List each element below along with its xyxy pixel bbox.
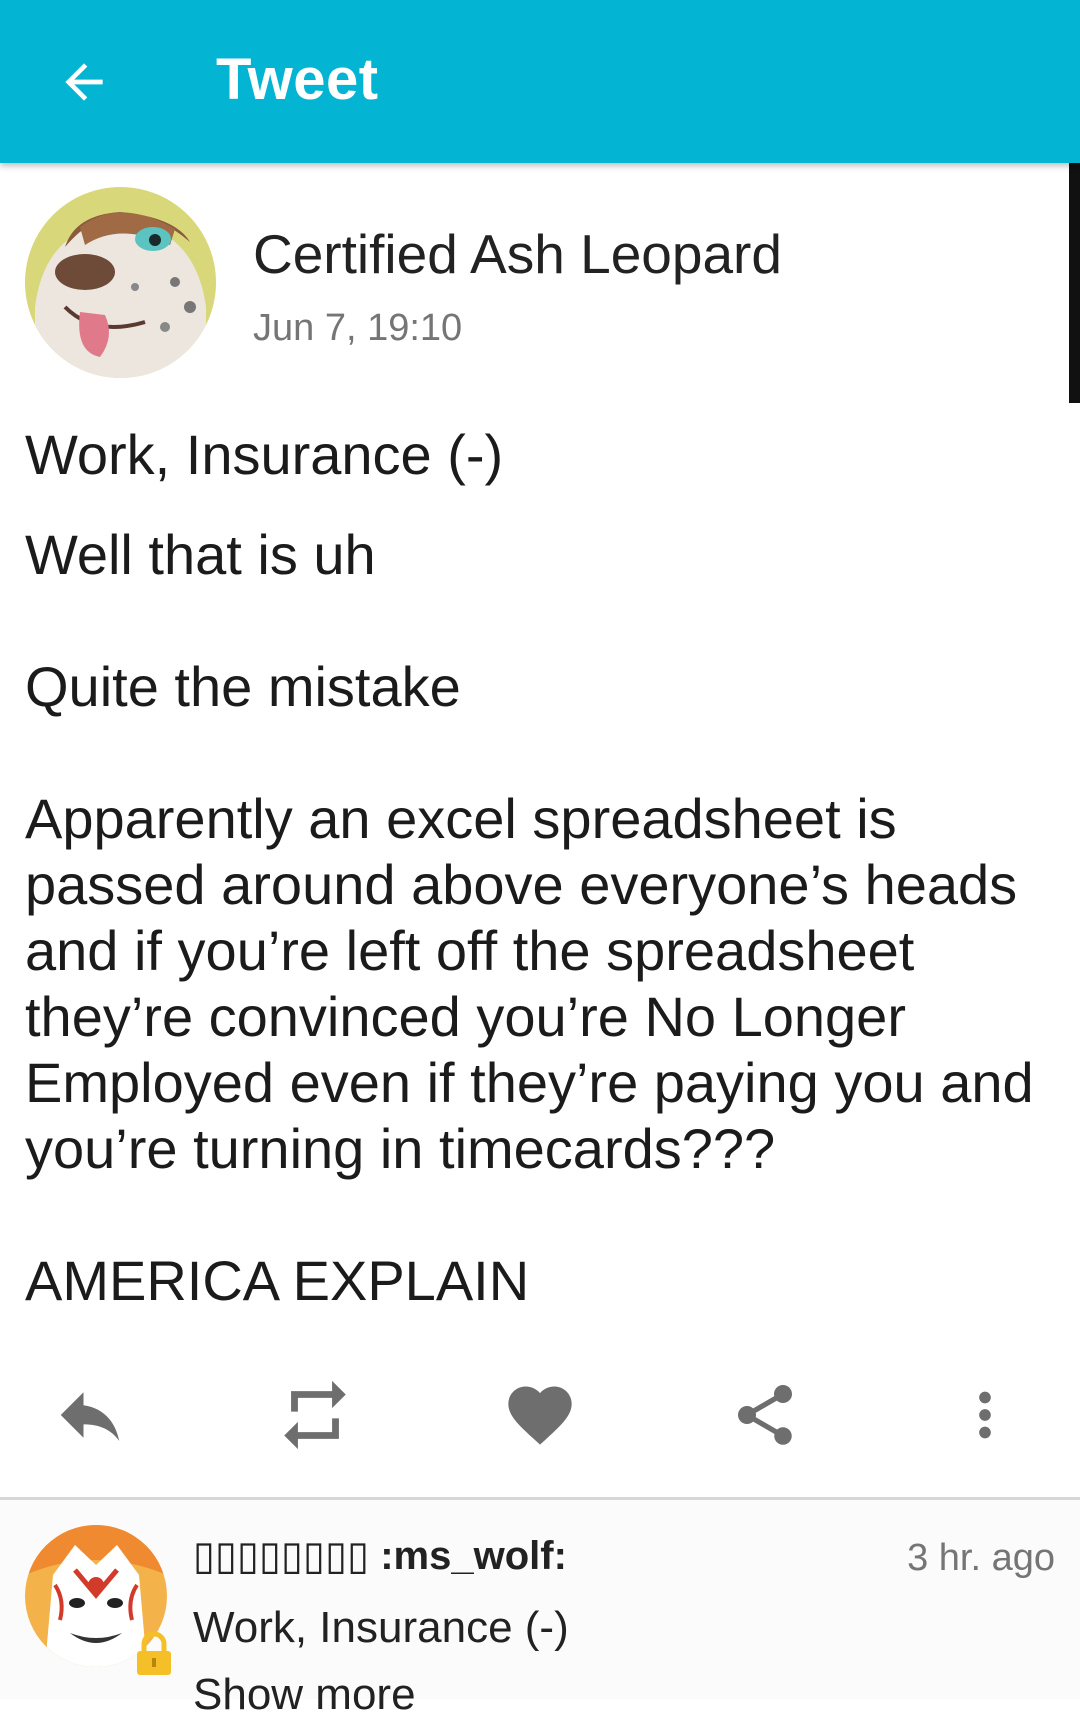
tweet-line: Well that is uh bbox=[25, 523, 376, 586]
reply-timestamp: 3 hr. ago bbox=[907, 1537, 1055, 1579]
more-options-button[interactable] bbox=[935, 1370, 1035, 1460]
app-bar: Tweet bbox=[0, 0, 1080, 163]
page-title: Tweet bbox=[216, 47, 379, 112]
back-button[interactable] bbox=[52, 50, 116, 114]
tweet-line: you’re turning in timecards??? bbox=[25, 1117, 776, 1180]
tweet-line bbox=[25, 720, 1055, 786]
tweet-line: Quite the mistake bbox=[25, 655, 461, 718]
tweet-line: AMERICA EXPLAIN bbox=[25, 1249, 530, 1312]
share-button[interactable] bbox=[715, 1370, 815, 1460]
reply-text: Work, Insurance (-) bbox=[193, 1603, 569, 1652]
tweet-body: Work, Insurance (-) Well that is uh Quit… bbox=[25, 422, 1055, 1314]
author-avatar[interactable] bbox=[25, 187, 216, 378]
tweet-line bbox=[25, 1182, 1055, 1248]
tweet-line: passed around above everyone’s heads bbox=[25, 853, 1018, 916]
tweet-line bbox=[25, 588, 1055, 654]
reply-icon bbox=[60, 1392, 120, 1441]
scroll-indicator bbox=[1069, 163, 1080, 403]
tweet-timestamp: Jun 7, 19:10 bbox=[253, 307, 463, 349]
retweet-button[interactable] bbox=[265, 1370, 365, 1460]
lock-icon bbox=[134, 1631, 174, 1677]
show-more-link[interactable]: Show more bbox=[193, 1670, 416, 1720]
reply-button[interactable] bbox=[40, 1370, 140, 1460]
like-button[interactable] bbox=[490, 1370, 590, 1460]
tweet-line: Apparently an excel spreadsheet is bbox=[25, 787, 897, 850]
tweet-line: they’re convinced you’re No Longer bbox=[25, 985, 906, 1048]
author-name[interactable]: Certified Ash Leopard bbox=[253, 222, 782, 286]
arrow-left-icon bbox=[65, 63, 103, 101]
tweet-line: Employed even if they’re paying you and bbox=[25, 1051, 1034, 1114]
share-icon bbox=[738, 1385, 792, 1445]
more-vertical-icon bbox=[979, 1391, 991, 1439]
retweet-icon bbox=[284, 1380, 346, 1450]
reply-item[interactable]: ▯▯▯▯▯▯▯▯ :ms_wolf: 3 hr. ago Work, Insur… bbox=[0, 1500, 1080, 1719]
tweet-line: Work, Insurance (-) bbox=[25, 423, 504, 486]
tweet-line: and if you’re left off the spreadsheet bbox=[25, 919, 915, 982]
heart-icon bbox=[508, 1386, 572, 1445]
tweet-action-bar bbox=[0, 1370, 1080, 1460]
reply-author-name[interactable]: ▯▯▯▯▯▯▯▯ :ms_wolf: bbox=[193, 1533, 567, 1579]
